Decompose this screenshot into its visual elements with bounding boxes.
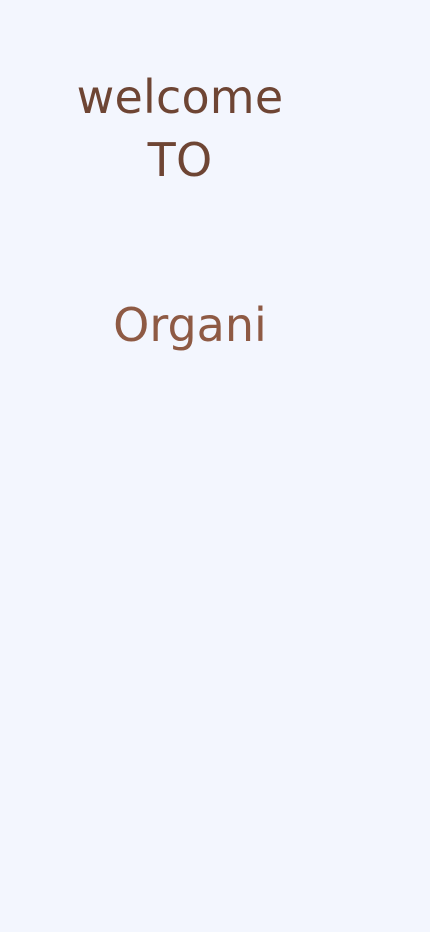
welcome-text: welcome (76, 70, 284, 124)
welcome-screen: welcome TO Organi (0, 0, 430, 932)
brand-name: Organi (113, 298, 267, 352)
welcome-heading: welcome TO (30, 66, 330, 192)
to-text: TO (147, 133, 213, 187)
